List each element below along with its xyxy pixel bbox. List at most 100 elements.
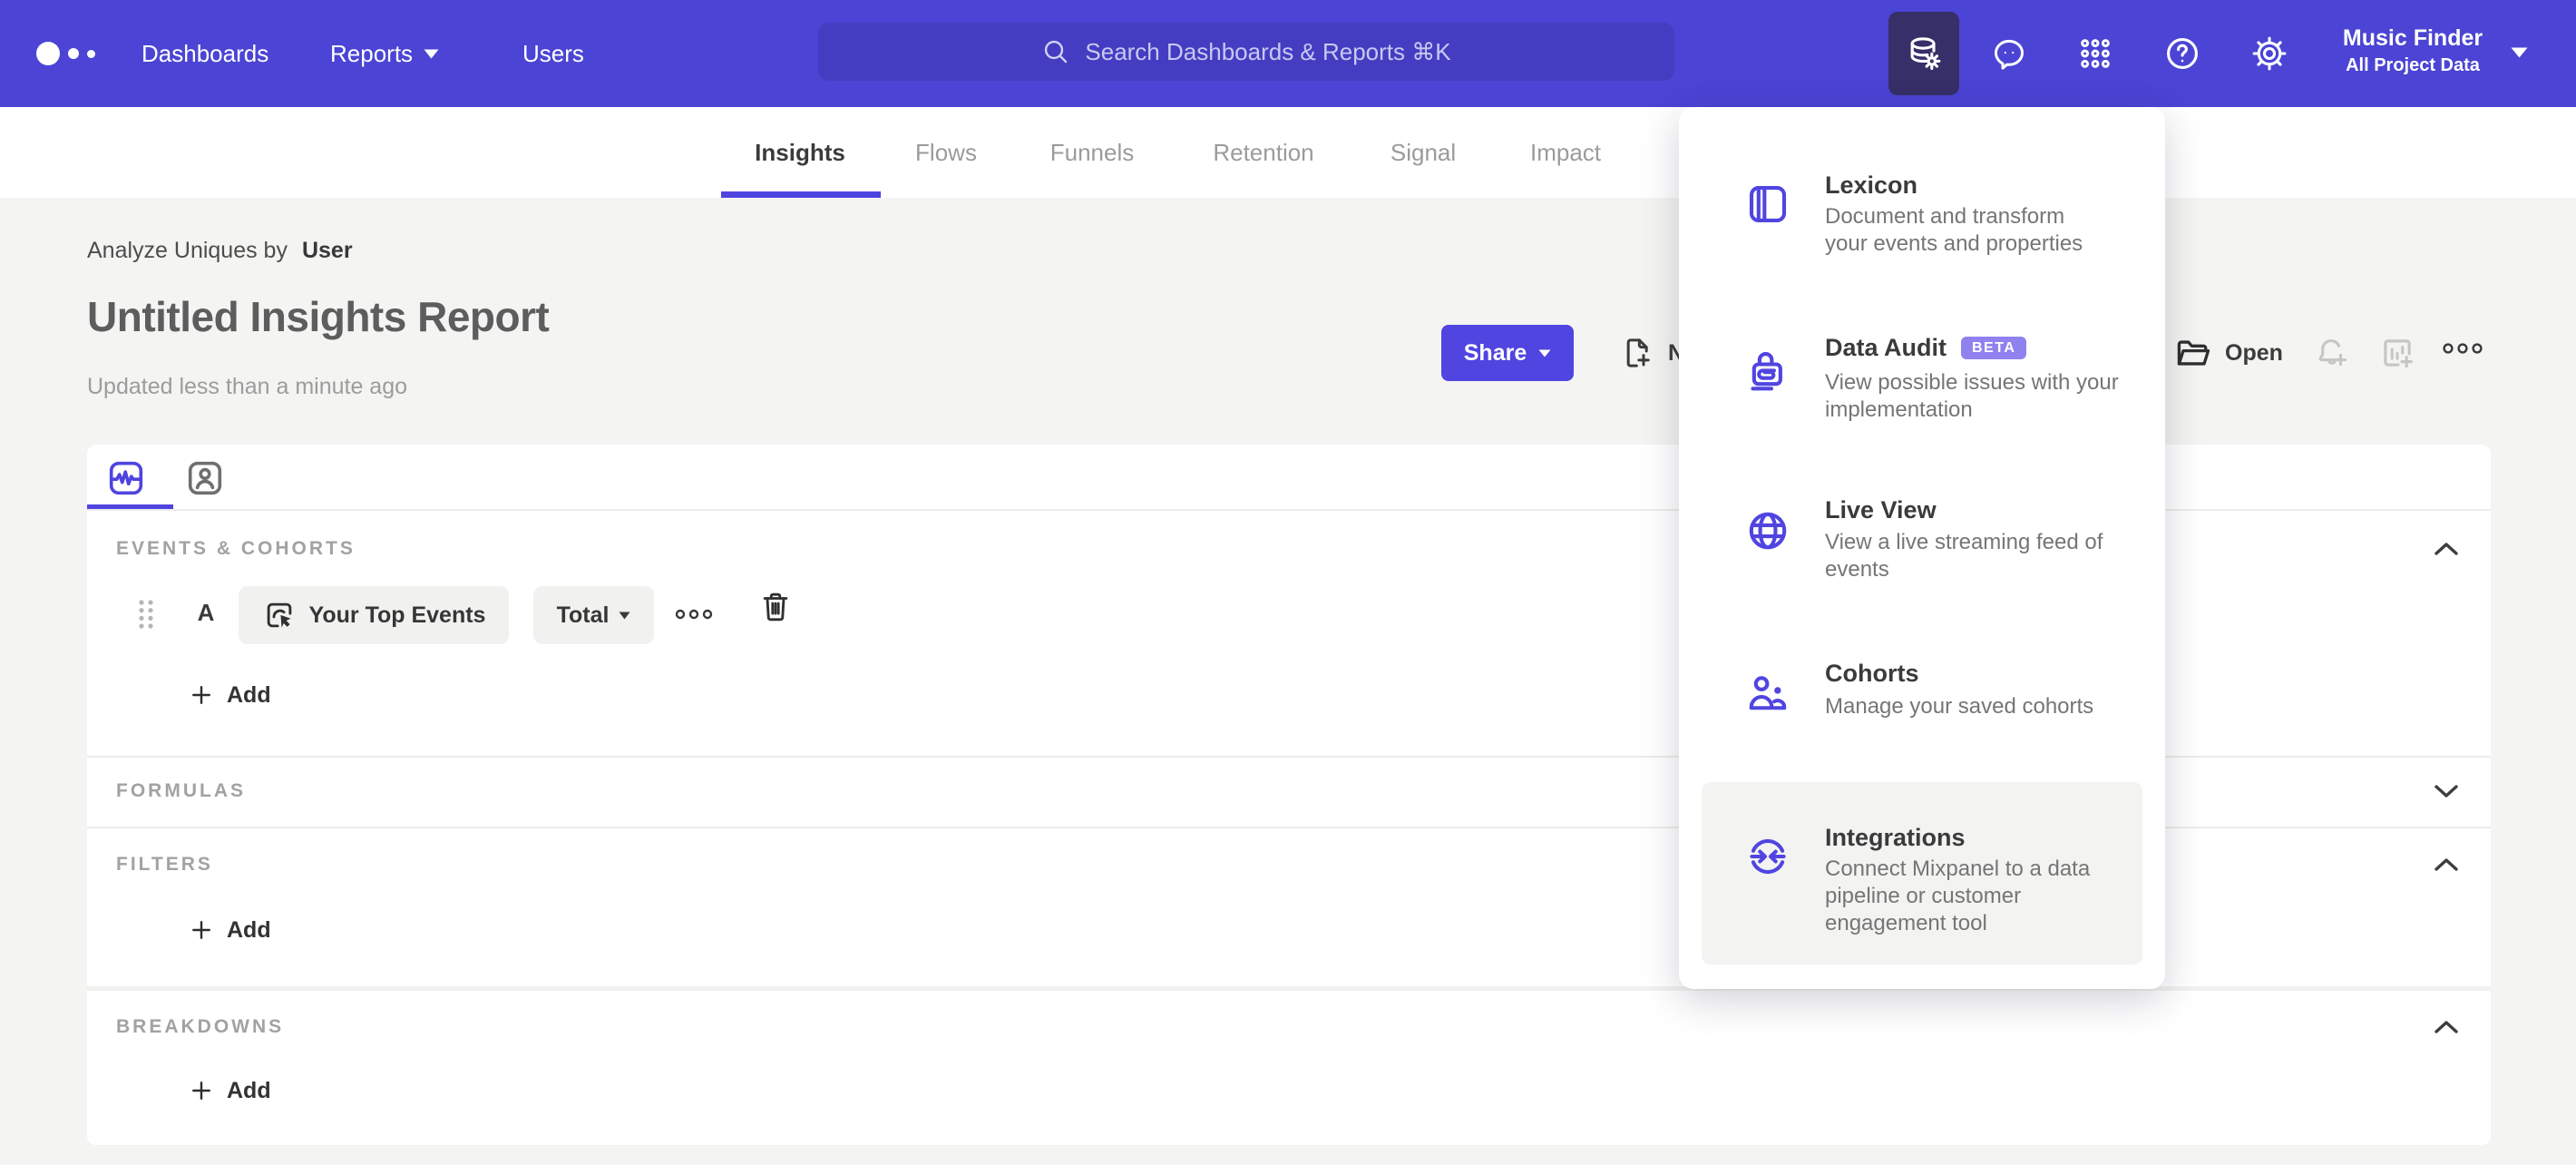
report-more-menu-button[interactable] [2442,338,2483,376]
feedback-icon [1994,39,2025,70]
add-breakdown-button[interactable]: Add [189,1072,271,1110]
caret-down-icon [424,49,439,58]
add-event-label: Add [227,681,271,708]
add-filter-button[interactable]: Add [189,911,271,949]
breakdowns-collapse-chevron-up-icon[interactable] [2432,1018,2461,1036]
apps-grid-button[interactable] [2073,32,2117,75]
data-management-menu: Lexicon Document and transform your even… [1679,107,2165,989]
data-audit-icon [1744,347,1791,394]
menu-item-title: Data Audit BETA [1825,334,2152,362]
open-report-button[interactable]: Open [2173,325,2283,381]
breadcrumb-value-dropdown[interactable]: User [302,238,353,263]
nav-users-label: Users [522,39,584,67]
menu-item-desc: Document and transform your events and p… [1825,204,2083,256]
tab-retention[interactable]: Retention [1213,107,1313,198]
formulas-expand-chevron-down-icon[interactable] [2432,782,2461,800]
event-click-icon [267,602,291,628]
search-placeholder: Search Dashboards & Reports ⌘K [1085,37,1451,65]
event-row-delete-button[interactable] [758,588,793,626]
create-alert-button[interactable] [2313,334,2351,372]
plus-icon [192,686,210,704]
new-report-icon [1626,338,1650,367]
feedback-button[interactable] [1987,32,2031,75]
report-title[interactable]: Untitled Insights Report [87,292,550,341]
nav-users[interactable]: Users [522,0,584,107]
tab-flows[interactable]: Flows [915,107,977,198]
project-name: Music Finder [2342,25,2483,51]
nav-reports[interactable]: Reports [330,0,439,107]
settings-button[interactable] [2248,32,2291,75]
share-button-label: Share [1463,339,1527,366]
add-breakdown-label: Add [227,1077,271,1103]
filters-collapse-chevron-up-icon[interactable] [2432,856,2461,874]
formulas-section-label: FORMULAS [116,780,246,801]
mixpanel-logo[interactable] [36,0,95,107]
nav-dashboards-label: Dashboards [141,39,269,67]
project-switcher[interactable]: Music Finder All Project Data [2322,24,2503,78]
data-management-icon [1910,37,1941,71]
breadcrumb-prefix: Analyze Uniques by [87,238,288,263]
report-updated-status: Updated less than a minute ago [87,374,408,399]
top-navbar: Dashboards Reports Users Search Dashboar… [0,0,2576,107]
project-caret-icon[interactable] [2511,47,2528,58]
event-row-drag-handle[interactable] [133,598,159,631]
events-collapse-chevron-up-icon[interactable] [2432,540,2461,558]
tab-insights-label: Insights [755,138,845,166]
aggregation-dropdown[interactable]: Total [533,586,654,644]
bell-plus-icon [2318,338,2347,367]
breakdowns-section-label: BREAKDOWNS [116,1016,285,1037]
open-report-label: Open [2225,339,2283,366]
add-to-dashboard-button[interactable] [2378,334,2416,372]
help-button[interactable] [2161,32,2204,75]
tab-flows-label: Flows [915,138,977,166]
logo-dot-small [87,49,95,58]
drag-handle-icon [139,600,153,629]
active-tab-underline [721,191,881,198]
help-icon [2167,38,2198,69]
trash-icon [763,592,788,622]
menu-item-desc: Manage your saved cohorts [1825,694,2094,719]
data-management-button[interactable] [1888,12,1959,95]
event-select-button[interactable]: Your Top Events [239,586,509,644]
project-scope: All Project Data [2346,55,2480,75]
panel-tab-events[interactable] [105,457,147,499]
breadcrumb: Analyze Uniques by User [87,238,353,264]
cohorts-icon [1744,670,1791,717]
caret-down-icon [619,612,630,619]
more-options-icon [2443,343,2483,354]
panel-tab-profiles[interactable] [184,457,226,499]
menu-item-desc: View possible issues with your implement… [1825,370,2119,422]
tab-funnels[interactable]: Funnels [1050,107,1135,198]
aggregation-label: Total [556,602,610,628]
event-row-more-button[interactable] [675,604,713,624]
events-section-label: EVENTS & COHORTS [116,538,356,559]
report-type-tabbar: Insights Flows Funnels Retention Signal … [0,107,2576,198]
search-icon [1045,40,1068,64]
menu-item-title: Live View [1825,496,1937,524]
nav-reports-label: Reports [330,39,414,67]
chart-plus-icon [2384,339,2413,368]
logo-dot-large [36,42,60,65]
tab-insights[interactable]: Insights [755,107,845,198]
filters-section-label: FILTERS [116,854,213,875]
global-search-input[interactable]: Search Dashboards & Reports ⌘K [818,23,1674,81]
lexicon-icon [1744,181,1791,228]
plus-icon [192,921,210,939]
integrations-icon [1744,833,1791,880]
add-event-button[interactable]: Add [189,676,271,714]
nav-dashboards[interactable]: Dashboards [141,0,268,107]
apps-grid-icon [2081,39,2110,68]
live-view-icon [1744,507,1791,554]
tab-impact[interactable]: Impact [1530,107,1601,198]
settings-icon [2252,36,2287,71]
mixpanel-insights-screen: Dashboards Reports Users Search Dashboar… [0,0,2576,1165]
tab-retention-label: Retention [1213,138,1314,166]
user-profile-icon [188,461,222,495]
event-row-letter: A [197,599,215,626]
tab-signal[interactable]: Signal [1390,107,1456,198]
caret-down-icon [1538,349,1551,357]
share-button[interactable]: Share [1441,325,1574,381]
plus-icon [192,1082,210,1100]
add-filter-label: Add [227,916,271,943]
open-folder-icon [2177,340,2210,366]
